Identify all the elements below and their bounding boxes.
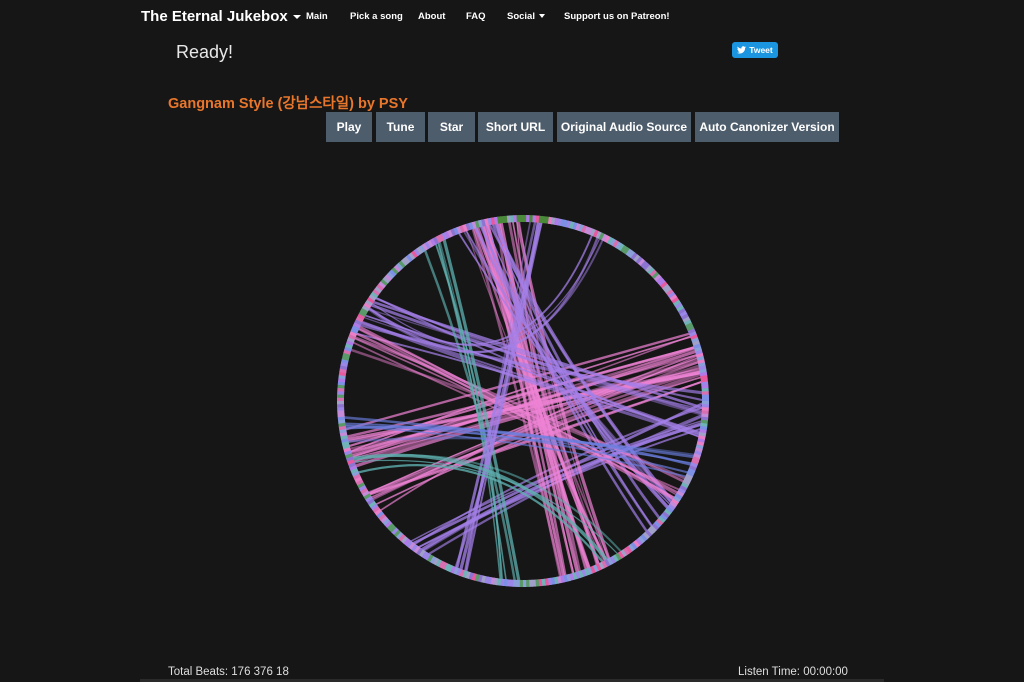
tweet-button[interactable]: Tweet xyxy=(732,42,778,58)
beat-graph[interactable] xyxy=(322,201,724,601)
twitter-bird-icon xyxy=(737,46,747,54)
nav-faq[interactable]: FAQ xyxy=(466,11,486,22)
play-button[interactable]: Play xyxy=(326,112,372,142)
nav-social-label: Social xyxy=(507,11,535,22)
listen-time: Listen Time: 00:00:00 xyxy=(738,666,848,678)
brand-label: The Eternal Jukebox xyxy=(141,8,288,25)
caret-down-icon xyxy=(539,14,545,19)
total-beats: Total Beats: 176 376 18 xyxy=(168,666,289,678)
caret-down-icon xyxy=(292,15,301,20)
nav-patreon[interactable]: Support us on Patreon! xyxy=(564,11,670,22)
auto-canonizer-button[interactable]: Auto Canonizer Version xyxy=(695,112,839,142)
nav-about[interactable]: About xyxy=(418,11,445,22)
beat-segment[interactable] xyxy=(519,215,524,222)
beat-arcs xyxy=(343,220,704,582)
nav-pick-a-song[interactable]: Pick a song xyxy=(350,11,403,22)
status-text: Ready! xyxy=(176,42,234,62)
tweet-label: Tweet xyxy=(749,45,773,55)
brand-menu[interactable]: The Eternal Jukebox xyxy=(141,8,301,25)
tune-button[interactable]: Tune xyxy=(376,112,425,142)
song-title: Gangnam Style (강남스타일) by PSY xyxy=(168,96,408,112)
nav-main[interactable]: Main xyxy=(306,11,328,22)
original-audio-source-button[interactable]: Original Audio Source xyxy=(557,112,691,142)
navbar: The Eternal Jukebox Main Pick a song Abo… xyxy=(0,0,1024,34)
nav-social[interactable]: Social xyxy=(507,11,545,22)
star-button[interactable]: Star xyxy=(428,112,475,142)
short-url-button[interactable]: Short URL xyxy=(478,112,553,142)
